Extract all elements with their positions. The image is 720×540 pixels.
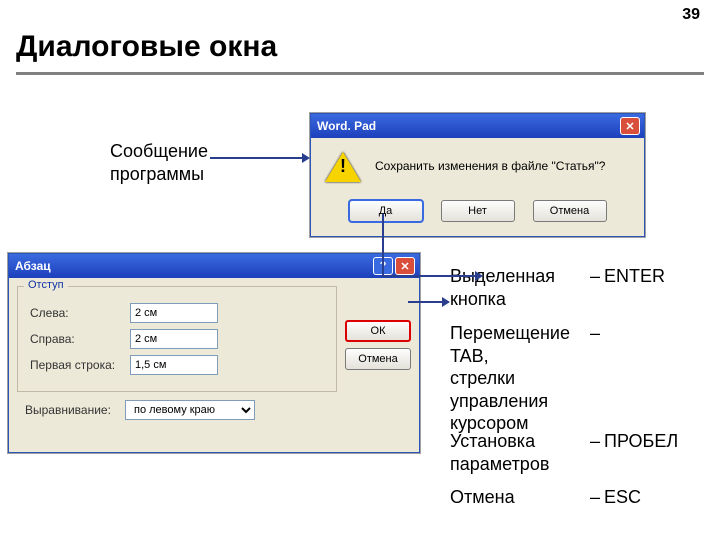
- right-field[interactable]: [130, 329, 218, 349]
- align-select[interactable]: по левому краю: [125, 400, 255, 420]
- yes-button[interactable]: Да: [349, 200, 423, 222]
- align-label: Выравнивание:: [25, 403, 117, 417]
- warning-icon: !: [325, 150, 361, 182]
- paragraph-titlebar: Абзац ? ✕: [9, 254, 419, 278]
- info-set-params: Установка параметров–ПРОБЕЛ: [450, 430, 678, 475]
- paragraph-cancel-button[interactable]: Отмена: [345, 348, 411, 370]
- messagebox-cancel-button[interactable]: Отмена: [533, 200, 607, 222]
- fieldset-legend: Отступ: [24, 279, 68, 291]
- info-highlighted: Выделенная кнопка–ENTER: [450, 265, 665, 310]
- paragraph-dialog: Абзац ? ✕ Отступ Слева: Справа: Первая с…: [8, 253, 420, 453]
- firstline-field[interactable]: [130, 355, 218, 375]
- arrow-to-msgbox: [210, 140, 310, 170]
- title-rule: [16, 72, 704, 75]
- page-number: 39: [682, 6, 700, 24]
- firstline-label: Первая строка:: [30, 358, 122, 372]
- messagebox-body: ! Сохранить изменения в файле "Статья"?: [311, 138, 644, 194]
- left-label: Слева:: [30, 306, 122, 320]
- info-move: Перемещение–TAB, стрелки управления курс…: [450, 322, 720, 435]
- program-message-label: Сообщение программы: [110, 140, 208, 185]
- messagebox-titlebar: Word. Pad ✕: [311, 114, 644, 138]
- info-cancel: Отмена–ESC: [450, 486, 641, 509]
- messagebox-text: Сохранить изменения в файле "Статья"?: [375, 159, 605, 173]
- close-icon[interactable]: ✕: [395, 257, 415, 275]
- close-icon[interactable]: ✕: [620, 117, 640, 135]
- no-button[interactable]: Нет: [441, 200, 515, 222]
- help-icon[interactable]: ?: [373, 257, 393, 275]
- ok-button[interactable]: ОК: [345, 320, 411, 342]
- messagebox-window: Word. Pad ✕ ! Сохранить изменения в файл…: [310, 113, 645, 237]
- messagebox-title: Word. Pad: [317, 119, 376, 133]
- right-label: Справа:: [30, 332, 122, 346]
- paragraph-title: Абзац: [15, 259, 51, 273]
- page-title: Диалоговые окна: [16, 30, 277, 64]
- left-field[interactable]: [130, 303, 218, 323]
